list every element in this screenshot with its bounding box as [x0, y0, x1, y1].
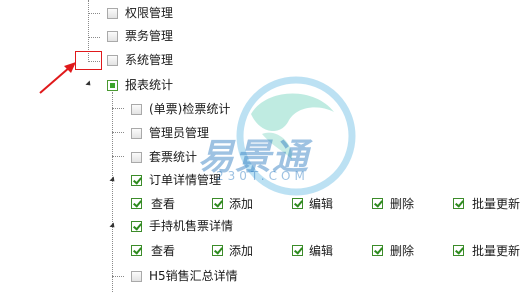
handheld-sales-label: 手持机售票详情	[149, 219, 234, 233]
handheld-batch-update-label: 批量更新	[472, 244, 521, 258]
handheld-sales-checkbox[interactable]	[131, 221, 142, 232]
admin-management-label: 管理员管理	[149, 126, 210, 140]
single-ticket-check-label: (单票)检票统计	[149, 102, 231, 116]
watermark-domain: 230T.COM	[216, 169, 309, 183]
expand-arrow-icon[interactable]	[85, 80, 93, 88]
handheld-batch-update-checkbox[interactable]	[453, 245, 464, 256]
single-ticket-check-checkbox[interactable]	[131, 104, 142, 115]
handheld-edit-label: 编辑	[309, 244, 334, 258]
h5-sales-summary-checkbox[interactable]	[131, 271, 142, 282]
order-edit-checkbox[interactable]	[292, 198, 303, 209]
handheld-delete-label: 删除	[390, 244, 415, 258]
order-delete-checkbox[interactable]	[372, 198, 383, 209]
order-delete-label: 删除	[390, 197, 415, 211]
handheld-edit-checkbox[interactable]	[292, 245, 303, 256]
system-label: 系统管理	[125, 53, 174, 67]
package-ticket-stats-checkbox[interactable]	[131, 152, 142, 163]
tickets-checkbox[interactable]	[107, 31, 118, 42]
order-view-checkbox[interactable]	[131, 198, 142, 209]
report-checkbox[interactable]	[107, 80, 118, 91]
order-add-label: 添加	[229, 197, 254, 211]
expand-arrow-icon[interactable]	[109, 222, 117, 230]
permissions-checkbox[interactable]	[107, 8, 118, 19]
expand-arrow-icon[interactable]	[109, 176, 117, 184]
permissions-label: 权限管理	[125, 6, 174, 20]
order-details-label: 订单详情管理	[149, 173, 222, 187]
tickets-label: 票务管理	[125, 29, 174, 43]
system-checkbox[interactable]	[107, 55, 118, 66]
order-batch-update-label: 批量更新	[472, 197, 521, 211]
h5-sales-summary-label: H5销售汇总详情	[149, 269, 238, 283]
handheld-view-label: 查看	[151, 244, 176, 258]
handheld-add-checkbox[interactable]	[212, 245, 223, 256]
order-edit-label: 编辑	[309, 197, 334, 211]
order-add-checkbox[interactable]	[212, 198, 223, 209]
report-label: 报表统计	[125, 78, 174, 92]
handheld-delete-checkbox[interactable]	[372, 245, 383, 256]
handheld-view-checkbox[interactable]	[131, 245, 142, 256]
package-ticket-stats-label: 套票统计	[149, 150, 198, 164]
order-view-label: 查看	[151, 197, 176, 211]
order-details-checkbox[interactable]	[131, 175, 142, 186]
admin-management-checkbox[interactable]	[131, 128, 142, 139]
annotation-arrow-icon	[39, 62, 76, 94]
order-batch-update-checkbox[interactable]	[453, 198, 464, 209]
handheld-add-label: 添加	[229, 244, 254, 258]
